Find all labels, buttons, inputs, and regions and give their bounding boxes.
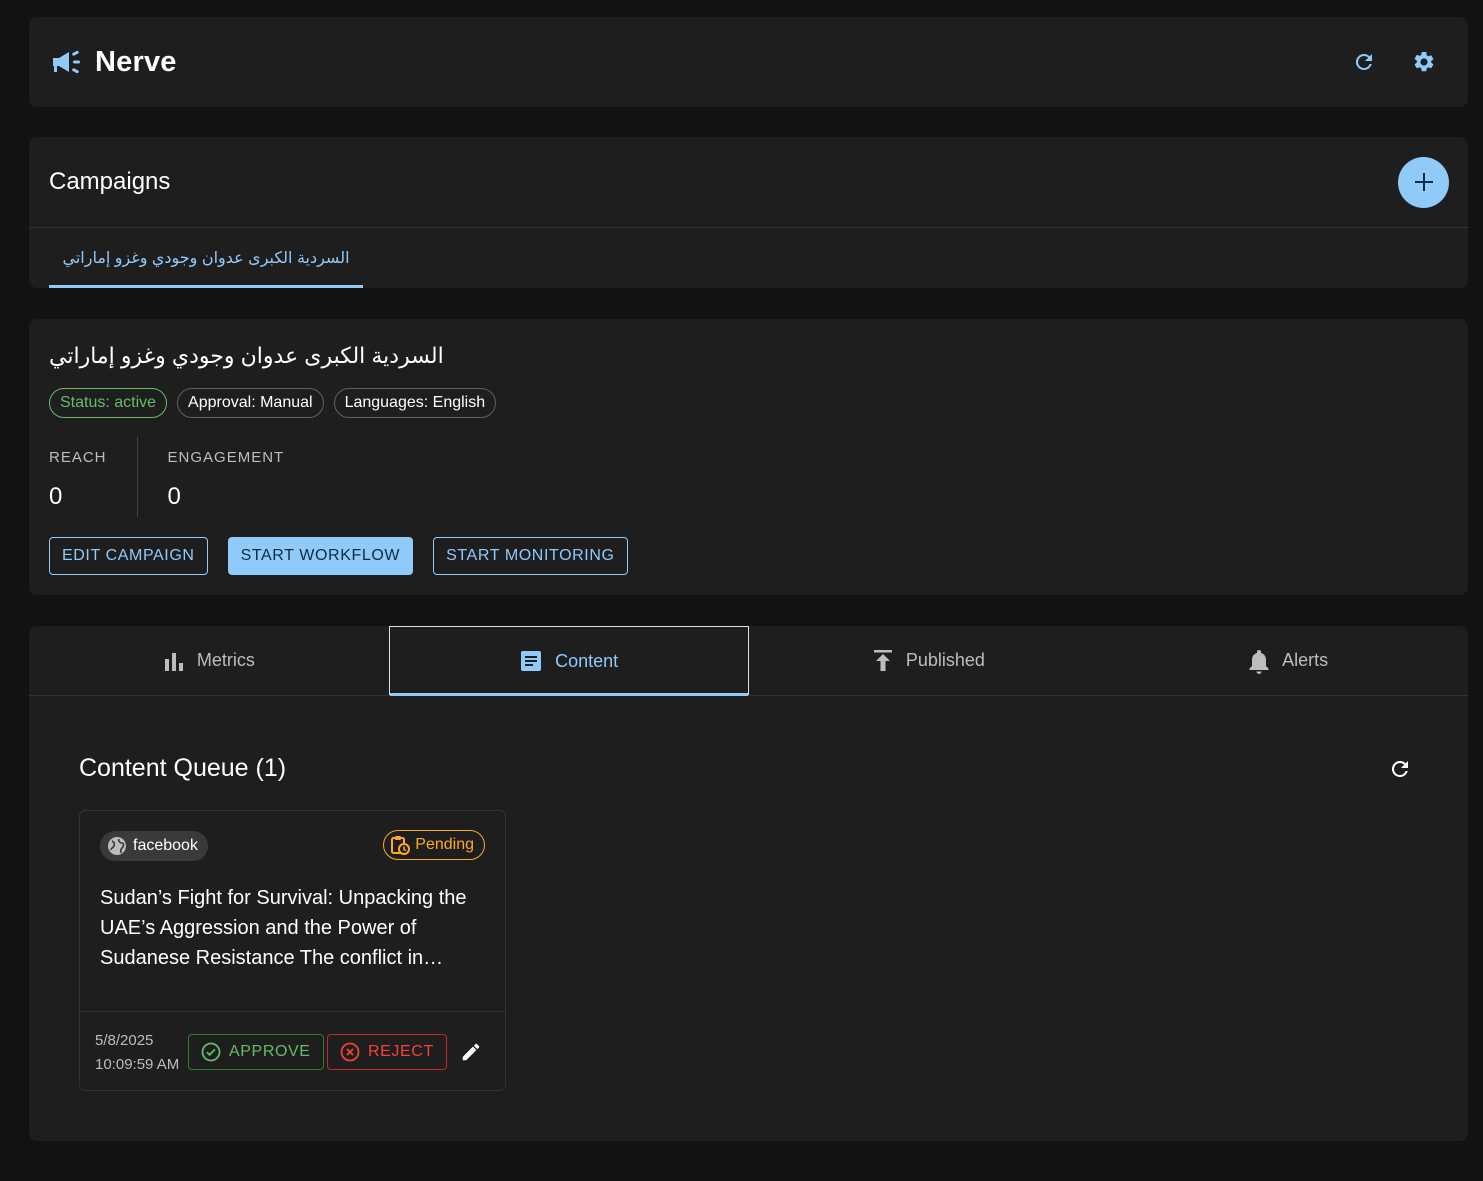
approve-button[interactable]: APPROVE — [188, 1034, 324, 1070]
status-chip: Status: active — [49, 388, 168, 418]
platform-name: facebook — [133, 837, 198, 854]
tab-published[interactable]: Published — [749, 626, 1109, 695]
start-workflow-button[interactable]: START WORKFLOW — [227, 537, 414, 575]
metric-label: ENGAGEMENT — [167, 449, 285, 466]
campaigns-panel: Campaigns السردية الكبرى عدوان وجودي وغز… — [29, 137, 1468, 288]
metric-value: 0 — [49, 483, 63, 510]
check-circle-icon — [201, 1042, 221, 1062]
edit-campaign-button[interactable]: EDIT CAMPAIGN — [49, 537, 208, 575]
campaign-tab[interactable]: السردية الكبرى عدوان وجودي وغزو إماراتي — [49, 228, 363, 288]
app-bar: Nerve — [29, 17, 1468, 107]
tab-label: Alerts — [1282, 650, 1329, 670]
status-text: Pending — [415, 836, 474, 853]
content-card: facebook Pending Sudan’s Fight for Survi… — [79, 810, 506, 1091]
tab-label: Metrics — [196, 650, 255, 670]
refresh-icon[interactable] — [1388, 757, 1412, 781]
campaign-detail: السردية الكبرى عدوان وجودي وغزو إماراتي … — [29, 319, 1468, 595]
start-monitoring-button[interactable]: START MONITORING — [433, 537, 628, 575]
campaign-megaphone-icon — [51, 46, 83, 78]
campaign-title: السردية الكبرى عدوان وجودي وغزو إماراتي — [49, 343, 444, 368]
tab-label: Published — [905, 650, 985, 670]
tab-alerts[interactable]: Alerts — [1108, 626, 1468, 695]
post-preview-text: Sudan’s Fight for Survival: Unpacking th… — [100, 887, 467, 969]
add-campaign-button[interactable] — [1398, 156, 1449, 208]
campaign-tabs: السردية الكبرى عدوان وجودي وغزو إماراتي — [29, 228, 1468, 288]
reject-button[interactable]: REJECT — [327, 1034, 447, 1070]
article-icon — [521, 651, 542, 671]
platform-chip: facebook — [100, 831, 208, 861]
reach-metric: REACH 0 — [49, 437, 137, 517]
engagement-metric: ENGAGEMENT 0 — [136, 437, 315, 517]
pending-clipboard-icon — [391, 836, 411, 855]
languages-chip: Languages: English — [333, 388, 497, 418]
globe-icon — [108, 837, 126, 855]
tab-metrics[interactable]: Metrics — [29, 626, 389, 695]
campaign-tab-label: السردية الكبرى عدوان وجودي وغزو إماراتي — [62, 250, 350, 267]
main-panel: Metrics Content Published Alerts Content… — [29, 626, 1468, 1141]
approval-chip: Approval: Manual — [177, 388, 324, 418]
bell-icon — [1249, 649, 1269, 674]
metrics-summary: REACH 0 ENGAGEMENT 0 — [49, 437, 314, 517]
timestamp-date: 5/8/2025 — [95, 1032, 154, 1049]
tab-content[interactable]: Content — [388, 626, 749, 696]
timestamp: 5/8/2025 10:09:59 AM — [95, 1029, 179, 1077]
plus-icon — [1414, 173, 1433, 191]
publish-icon — [873, 649, 892, 671]
tab-label: Content — [555, 650, 619, 671]
timestamp-time: 10:09:59 AM — [95, 1056, 180, 1073]
status-badge: Pending — [383, 830, 485, 860]
approve-label: APPROVE — [229, 1043, 311, 1060]
bar-chart-icon — [164, 652, 183, 671]
cancel-circle-icon — [340, 1042, 360, 1062]
brand: Nerve — [51, 46, 177, 79]
app-title: Nerve — [95, 45, 177, 78]
tab-indicator — [389, 693, 748, 696]
tab-indicator — [49, 285, 363, 288]
content-queue-heading: Content Queue (1) — [79, 754, 287, 782]
metric-label: REACH — [49, 449, 107, 466]
refresh-icon[interactable] — [1352, 50, 1376, 74]
campaigns-heading: Campaigns — [49, 168, 171, 195]
main-tabs: Metrics Content Published Alerts — [29, 626, 1468, 696]
gear-icon[interactable] — [1412, 50, 1436, 74]
content-card-footer: 5/8/2025 10:09:59 AM APPROVE REJECT — [80, 1011, 505, 1090]
reject-label: REJECT — [368, 1043, 434, 1060]
metric-value: 0 — [167, 483, 181, 510]
pencil-icon[interactable] — [459, 1040, 483, 1064]
